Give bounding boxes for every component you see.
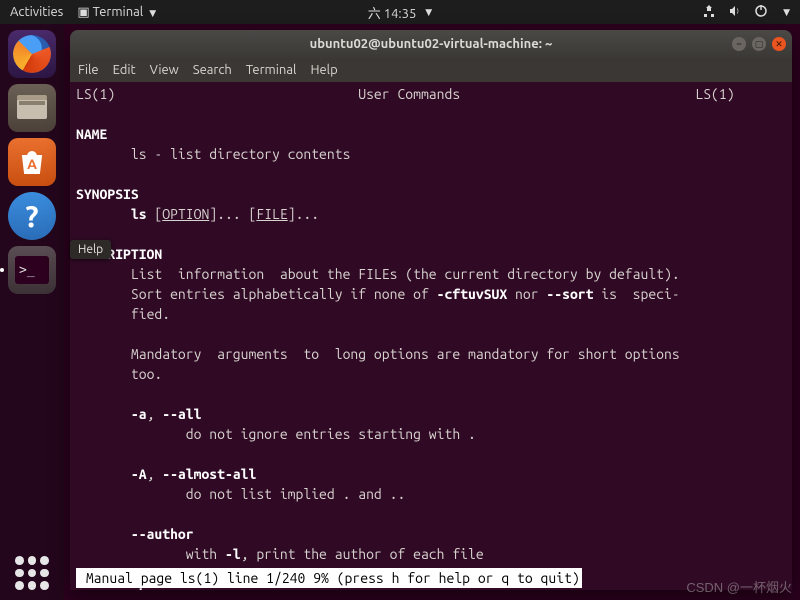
menu-search[interactable]: Search xyxy=(193,63,232,77)
activities-button[interactable]: Activities xyxy=(10,5,63,19)
files-icon xyxy=(15,93,49,123)
chevron-down-icon: ▼ xyxy=(783,7,790,18)
launcher-files[interactable] xyxy=(8,84,56,132)
terminal-menubar: File Edit View Search Terminal Help xyxy=(70,58,792,82)
section-name: NAME xyxy=(76,126,107,142)
launcher-terminal[interactable]: >_ xyxy=(8,246,56,294)
menu-file[interactable]: File xyxy=(78,63,99,77)
menu-help[interactable]: Help xyxy=(310,63,337,77)
clock[interactable]: 六 14:35 xyxy=(368,3,417,22)
menu-edit[interactable]: Edit xyxy=(113,63,136,77)
launcher-firefox[interactable] xyxy=(8,30,56,78)
opt-flag: -a xyxy=(131,406,147,422)
minimize-button[interactable]: – xyxy=(732,37,746,51)
launcher-software[interactable]: A xyxy=(8,138,56,186)
desc-line: Sort entries alphabetically if none of xyxy=(131,286,437,302)
shopping-bag-icon: A xyxy=(17,147,47,177)
name-line: ls - list directory contents xyxy=(131,146,351,162)
man-header-right: LS(1) xyxy=(695,86,734,102)
volume-icon[interactable] xyxy=(728,4,742,21)
man-status-line: Manual page ls(1) line 1/240 9% (press h… xyxy=(76,568,582,588)
app-menu[interactable]: ▣ Terminal ▼ xyxy=(77,5,156,20)
section-synopsis: SYNOPSIS xyxy=(76,186,139,202)
opt-desc: with xyxy=(186,546,225,562)
menu-terminal[interactable]: Terminal xyxy=(246,63,297,77)
terminal-window: ubuntu02@ubuntu02-virtual-machine: ~ – ▢… xyxy=(70,30,792,590)
window-titlebar[interactable]: ubuntu02@ubuntu02-virtual-machine: ~ – ▢… xyxy=(70,30,792,58)
chevron-down-icon: ▼ xyxy=(149,8,156,18)
show-applications[interactable] xyxy=(0,556,64,590)
syn-cmd: ls xyxy=(131,206,147,222)
network-icon[interactable] xyxy=(702,4,716,21)
window-title: ubuntu02@ubuntu02-virtual-machine: ~ xyxy=(310,37,553,51)
launcher-tooltip: Help xyxy=(70,240,111,259)
man-header-left: LS(1) xyxy=(76,86,115,102)
launcher-dock: A ? >_ xyxy=(0,24,64,600)
menu-view[interactable]: View xyxy=(150,63,179,77)
watermark: CSDN @一杯烟火 xyxy=(686,577,792,596)
desc-line: too. xyxy=(131,366,162,382)
maximize-button[interactable]: ▢ xyxy=(752,37,766,51)
opt-flag: -A xyxy=(131,466,147,482)
desc-line: Mandatory arguments to long options are … xyxy=(131,346,680,362)
desc-line: fied. xyxy=(131,306,170,322)
opt-flag: --almost-all xyxy=(162,466,256,482)
desc-line: List information about the FILEs (the cu… xyxy=(131,266,680,282)
terminal-viewport[interactable]: LS(1) User Commands LS(1) NAME ls - list… xyxy=(70,82,792,590)
syn-file: FILE xyxy=(256,206,287,222)
question-icon: ? xyxy=(25,199,38,233)
syn-option: OPTION xyxy=(162,206,209,222)
opt-flag: --author xyxy=(131,526,194,542)
opt-desc: do not list implied . and .. xyxy=(186,486,406,502)
svg-text:A: A xyxy=(27,156,37,172)
man-header-center: User Commands xyxy=(358,86,460,102)
launcher-help[interactable]: ? xyxy=(8,192,56,240)
opt-desc: do not ignore entries starting with . xyxy=(186,426,476,442)
apps-grid-icon xyxy=(15,556,49,590)
power-icon[interactable] xyxy=(754,4,768,21)
opt-flag: --all xyxy=(162,406,201,422)
chevron-down-icon: ▼ xyxy=(425,7,432,18)
gnome-topbar: Activities ▣ Terminal ▼ 六 14:35 ▼ ▼ xyxy=(0,0,800,24)
terminal-icon: ▣ xyxy=(77,5,89,20)
firefox-icon xyxy=(13,35,51,73)
close-button[interactable]: ✕ xyxy=(772,37,786,51)
terminal-icon: >_ xyxy=(15,256,49,284)
